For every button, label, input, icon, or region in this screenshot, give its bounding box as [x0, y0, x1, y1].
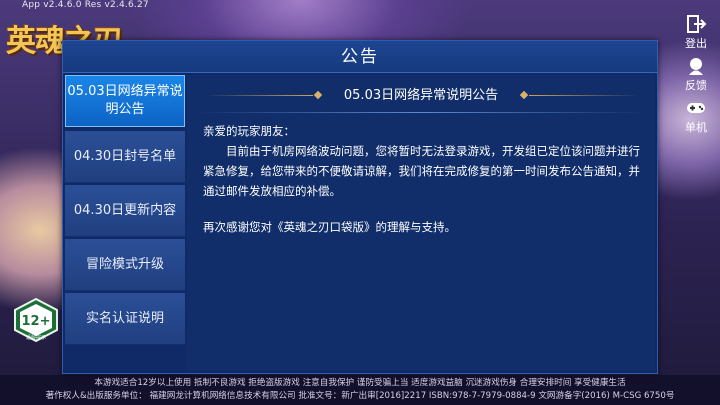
logout-button[interactable]: 登出	[678, 14, 714, 51]
tab-real-name-auth[interactable]: 实名认证说明	[65, 293, 185, 345]
dialog-title: 公告	[63, 41, 657, 73]
gamepad-icon	[687, 103, 705, 113]
title-divider	[197, 112, 645, 113]
announcement-title: 05.03日网络异常说明公告	[343, 88, 499, 103]
logout-label: 登出	[685, 37, 707, 50]
publisher-info-text: 著作权人&出版服务单位： 福建网龙计算机网络信息技术有限公司 批准文号：新广出审…	[45, 391, 675, 401]
single-player-button[interactable]: 单机	[678, 98, 714, 135]
tab-update-content[interactable]: 04.30日更新内容	[65, 185, 185, 237]
tab-adventure-upgrade[interactable]: 冒险模式升级	[65, 239, 185, 291]
announcement-dialog: 公告 05.03日网络异常说明公告 04.30日封号名单 04.30日更新内容 …	[62, 40, 658, 374]
announcement-tab-list: 05.03日网络异常说明公告 04.30日封号名单 04.30日更新内容 冒险模…	[65, 75, 185, 371]
feedback-button[interactable]: 反馈	[678, 56, 714, 93]
main-paragraph: 目前由于机房网络波动问题，您将暂时无法登录游戏，开发组已定位该问题并进行紧急修复…	[203, 144, 640, 198]
title-ornament-right	[529, 95, 639, 96]
age-rating-badge: 12+ 适龄提示	[14, 298, 58, 342]
tab-network-issue[interactable]: 05.03日网络异常说明公告	[65, 75, 185, 127]
version-label: App v2.4.6.0 Res v2.4.6.27	[22, 0, 149, 10]
legal-footer: 本游戏适合12岁以上使用 抵制不良游戏 拒绝盗版游戏 注意自我保护 谨防受骗上当…	[0, 375, 720, 405]
announcement-body: 亲爱的玩家朋友： 目前由于机房网络波动问题，您将暂时无法登录游戏，开发组已定位该…	[203, 121, 643, 237]
greeting-text: 亲爱的玩家朋友：	[203, 124, 295, 138]
health-advisory-text: 本游戏适合12岁以上使用 抵制不良游戏 拒绝盗版游戏 注意自我保护 谨防受骗上当…	[94, 378, 626, 388]
feedback-label: 反馈	[685, 79, 707, 92]
feedback-icon	[689, 58, 703, 75]
tab-ban-list[interactable]: 04.30日封号名单	[65, 131, 185, 183]
logout-icon	[687, 15, 707, 33]
single-player-label: 单机	[685, 121, 707, 134]
age-rating-caption: 适龄提示	[26, 334, 46, 341]
age-rating-text: 12+	[22, 314, 51, 329]
closing-text: 再次感谢您对《英魂之刃口袋版》的理解与支持。	[203, 220, 456, 234]
announcement-content: 05.03日网络异常说明公告 亲爱的玩家朋友： 目前由于机房网络波动问题，您将暂…	[187, 75, 655, 371]
